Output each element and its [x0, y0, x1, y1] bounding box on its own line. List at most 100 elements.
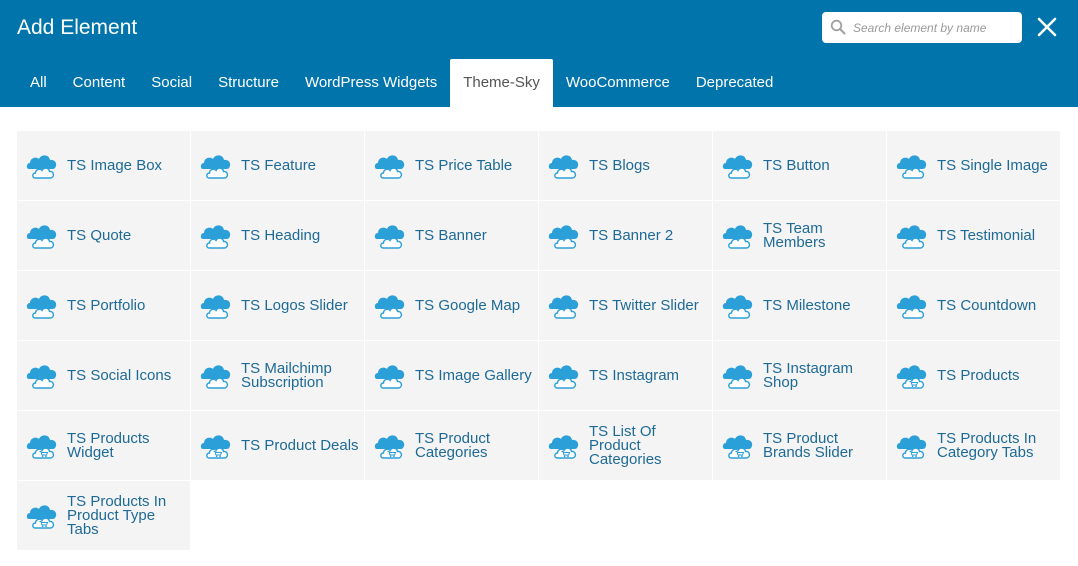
- element-ts-quote[interactable]: TS Quote: [17, 201, 190, 270]
- element-label: TS Product Categories: [415, 429, 491, 461]
- element-label: TS Countdown: [937, 296, 1037, 314]
- cloud-icon: [200, 294, 231, 319]
- element-ts-instagram-shop[interactable]: TS Instagram Shop: [713, 341, 886, 410]
- cloud-icon: [200, 364, 231, 389]
- element-ts-banner-2[interactable]: TS Banner 2: [539, 201, 712, 270]
- element-label: TS Product Brands Slider: [763, 429, 854, 461]
- element-ts-mailchimp-subscription[interactable]: TS Mailchimp Subscription: [191, 341, 364, 410]
- cloud-cart-icon: [26, 434, 57, 459]
- cloud-cart-icon: [722, 434, 753, 459]
- element-ts-milestone[interactable]: TS Milestone: [713, 271, 886, 340]
- element-label: TS Instagram Shop: [763, 359, 854, 391]
- category-tabs: All Content Social Structure WordPress Widge…: [17, 59, 786, 107]
- cloud-icon: [200, 154, 231, 179]
- element-label: TS Team Members: [763, 219, 826, 251]
- element-ts-social-icons[interactable]: TS Social Icons: [17, 341, 190, 410]
- element-label: TS Products In Category Tabs: [937, 429, 1037, 461]
- cloud-icon: [374, 224, 405, 249]
- element-label: TS Milestone: [763, 296, 851, 314]
- cloud-icon: [548, 364, 579, 389]
- element-ts-google-map[interactable]: TS Google Map: [365, 271, 538, 340]
- element-ts-price-table[interactable]: TS Price Table: [365, 131, 538, 200]
- element-ts-products[interactable]: TS Products: [887, 341, 1060, 410]
- tab-content[interactable]: Content: [60, 59, 139, 107]
- cloud-cart-icon: [200, 434, 231, 459]
- element-label: TS Heading: [241, 226, 321, 244]
- element-ts-products-widget[interactable]: TS Products Widget: [17, 411, 190, 480]
- element-label: TS Banner: [415, 226, 487, 244]
- cloud-icon: [722, 154, 753, 179]
- element-ts-team-members[interactable]: TS Team Members: [713, 201, 886, 270]
- cloud-icon: [722, 294, 753, 319]
- element-ts-list-of-product-categories[interactable]: TS List Of Product Categories: [539, 411, 712, 480]
- element-ts-heading[interactable]: TS Heading: [191, 201, 364, 270]
- element-grid: TS Image Box TS Feature TS Price Table TS B…: [17, 131, 1060, 550]
- element-label: TS Google Map: [415, 296, 521, 314]
- element-label: TS Testimonial: [937, 226, 1036, 244]
- element-ts-twitter-slider[interactable]: TS Twitter Slider: [539, 271, 712, 340]
- element-ts-countdown[interactable]: TS Countdown: [887, 271, 1060, 340]
- element-label: TS Portfolio: [67, 296, 146, 314]
- element-label: TS Mailchimp Subscription: [241, 359, 332, 391]
- element-ts-blogs[interactable]: TS Blogs: [539, 131, 712, 200]
- modal-header: Add Element AllContentSocialStructureWor…: [0, 0, 1078, 107]
- element-label: TS Price Table: [415, 156, 513, 174]
- cloud-icon: [548, 154, 579, 179]
- element-label: TS Banner 2: [589, 226, 674, 244]
- tab-structure[interactable]: Structure: [205, 59, 292, 107]
- element-label: TS Twitter Slider: [589, 296, 699, 314]
- cloud-icon: [896, 294, 927, 319]
- cloud-cart-icon: [26, 504, 57, 529]
- cloud-icon: [548, 224, 579, 249]
- element-ts-logos-slider[interactable]: TS Logos Slider: [191, 271, 364, 340]
- element-ts-products-in-category-tabs[interactable]: TS Products In Category Tabs: [887, 411, 1060, 480]
- cloud-cart-icon: [374, 434, 405, 459]
- tab-wordpress-widgets[interactable]: WordPress Widgets: [292, 59, 450, 107]
- cloud-icon: [896, 154, 927, 179]
- element-ts-single-image[interactable]: TS Single Image: [887, 131, 1060, 200]
- search-input[interactable]: [853, 12, 1013, 43]
- cloud-icon: [200, 224, 231, 249]
- tab-woocommerce[interactable]: WooCommerce: [553, 59, 683, 107]
- element-label: TS Products In Product Type Tabs: [67, 492, 167, 538]
- cloud-icon: [896, 224, 927, 249]
- search-box[interactable]: [822, 12, 1022, 43]
- modal-title: Add Element: [17, 16, 138, 39]
- element-ts-testimonial[interactable]: TS Testimonial: [887, 201, 1060, 270]
- cloud-cart-icon: [896, 364, 927, 389]
- element-ts-products-in-product-type-tabs[interactable]: TS Products In Product Type Tabs: [17, 481, 190, 550]
- tab-social[interactable]: Social: [138, 59, 205, 107]
- cloud-icon: [26, 224, 57, 249]
- element-ts-banner[interactable]: TS Banner: [365, 201, 538, 270]
- element-label: TS Button: [763, 156, 830, 174]
- element-ts-feature[interactable]: TS Feature: [191, 131, 364, 200]
- tab-deprecated[interactable]: Deprecated: [683, 59, 787, 107]
- element-label: TS Image Gallery: [415, 366, 532, 384]
- element-label: TS Blogs: [589, 156, 650, 174]
- cloud-icon: [26, 294, 57, 319]
- close-icon[interactable]: [1036, 16, 1058, 38]
- cloud-icon: [374, 154, 405, 179]
- cloud-icon: [374, 294, 405, 319]
- element-ts-image-box[interactable]: TS Image Box: [17, 131, 190, 200]
- element-label: TS Products Widget: [67, 429, 150, 461]
- element-label: TS List Of Product Categories: [589, 422, 662, 468]
- element-label: TS Products: [937, 366, 1020, 384]
- element-ts-instagram[interactable]: TS Instagram: [539, 341, 712, 410]
- search-icon: [830, 19, 846, 35]
- tab-all[interactable]: All: [17, 59, 60, 107]
- cloud-icon: [26, 154, 57, 179]
- tab-theme-sky[interactable]: Theme-Sky: [450, 59, 553, 107]
- element-ts-image-gallery[interactable]: TS Image Gallery: [365, 341, 538, 410]
- cloud-icon: [26, 364, 57, 389]
- cloud-cart-icon: [896, 434, 927, 459]
- element-ts-button[interactable]: TS Button: [713, 131, 886, 200]
- element-label: TS Product Deals: [241, 436, 359, 454]
- element-ts-product-categories[interactable]: TS Product Categories: [365, 411, 538, 480]
- element-ts-portfolio[interactable]: TS Portfolio: [17, 271, 190, 340]
- element-label: TS Social Icons: [67, 366, 172, 384]
- element-ts-product-brands-slider[interactable]: TS Product Brands Slider: [713, 411, 886, 480]
- cloud-cart-icon: [548, 434, 579, 459]
- element-ts-product-deals[interactable]: TS Product Deals: [191, 411, 364, 480]
- cloud-icon: [548, 294, 579, 319]
